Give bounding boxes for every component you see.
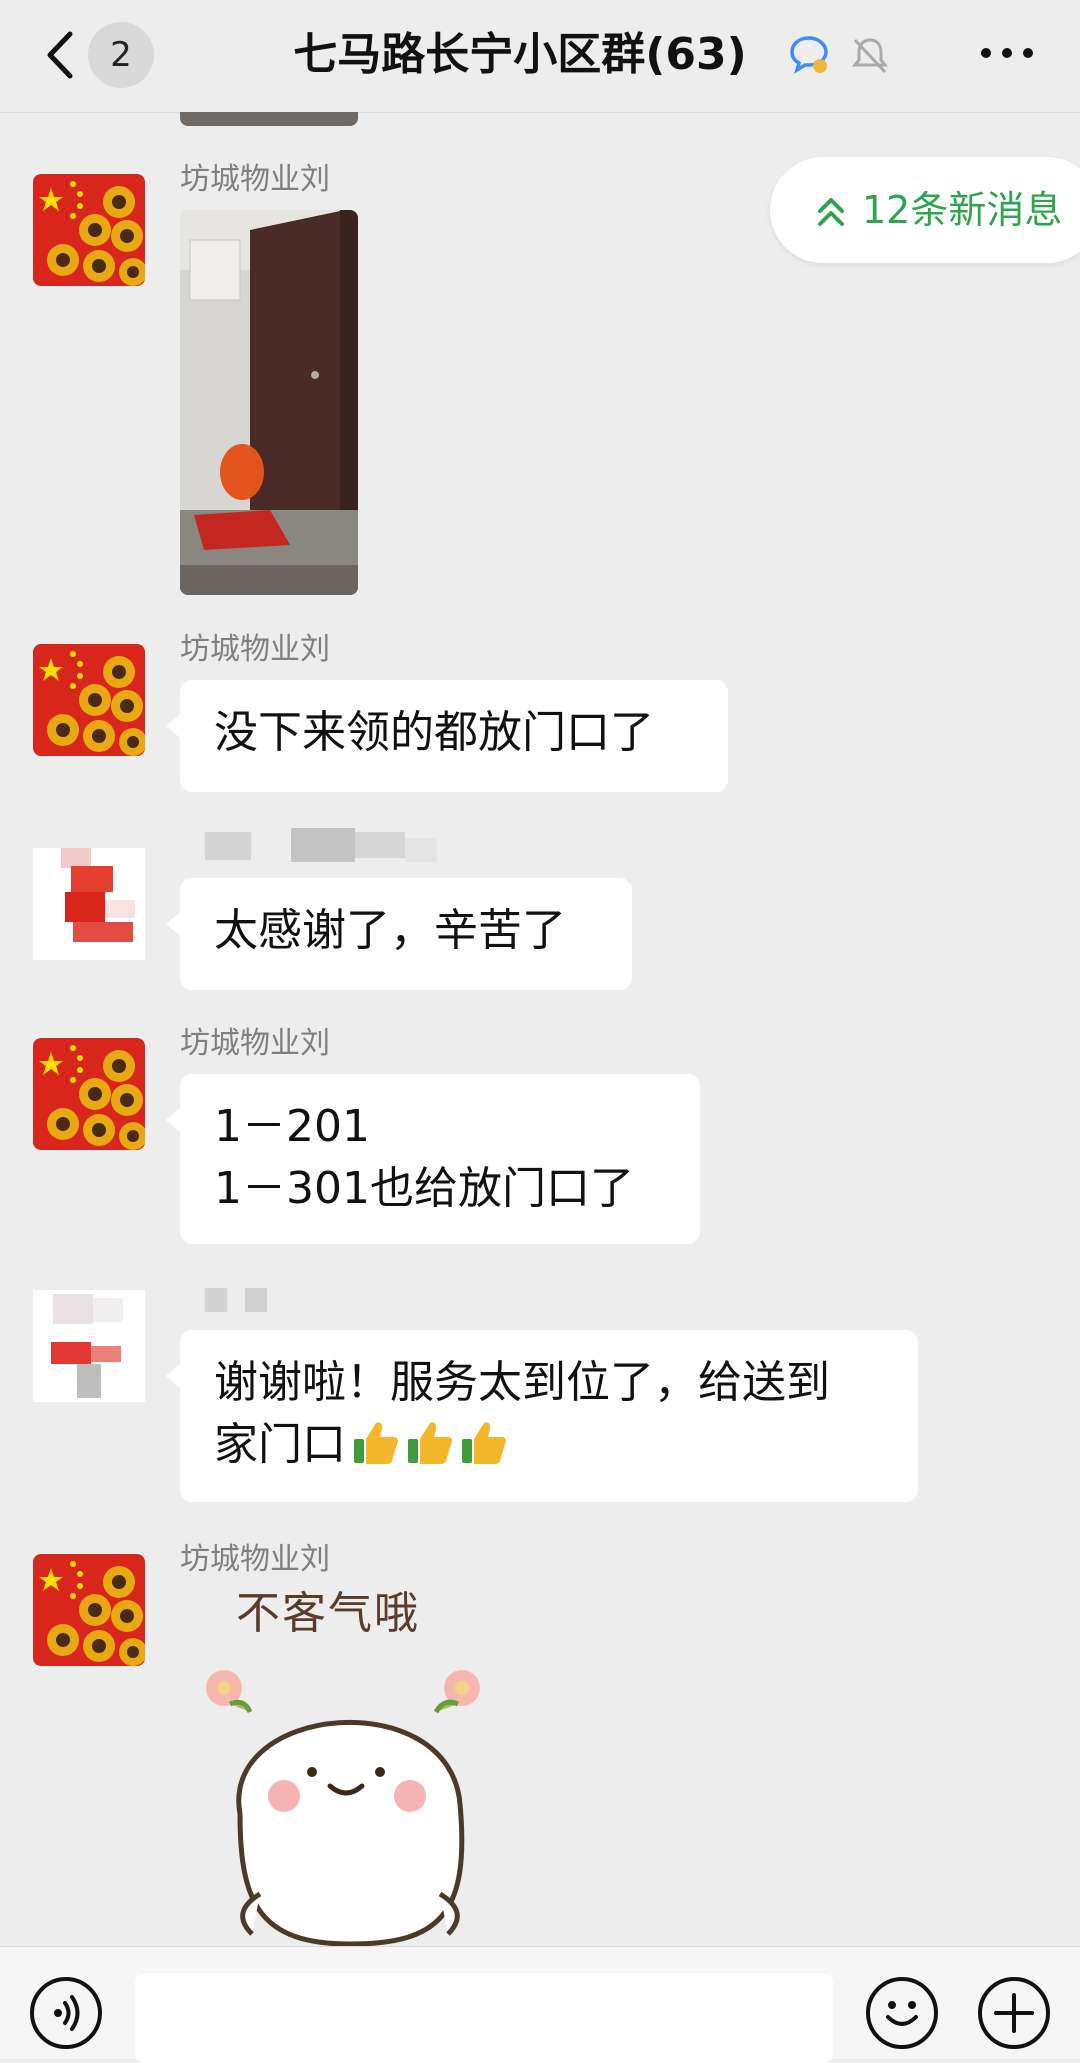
title-status-icons — [786, 32, 893, 82]
sticker[interactable]: 不客气哦 — [200, 1584, 500, 1964]
sender-name-blurred — [205, 1282, 305, 1318]
mute-bell-icon — [851, 38, 889, 74]
smiley-icon — [886, 2001, 918, 2026]
avatar[interactable] — [33, 644, 145, 756]
avatar[interactable] — [33, 1554, 145, 1666]
message-bubble[interactable]: 1－201 1－301也给放门口了 — [166, 1074, 700, 1244]
avatar-blurred[interactable] — [33, 1290, 145, 1402]
voice-icon — [54, 1995, 80, 2031]
chat-bubble-icon — [790, 36, 828, 74]
chat-title: 七马路长宁小区群(63) — [293, 29, 747, 80]
avatar[interactable] — [33, 1038, 145, 1150]
chat-header: 2 七马路长宁小区群(63) — [0, 0, 1080, 113]
voice-button[interactable] — [30, 1977, 102, 2049]
smiling-character-icon — [206, 1670, 480, 1947]
message-bubble[interactable]: 谢谢啦！服务太到位了，给送到 家门口 — [166, 1330, 918, 1502]
sender-name: 坊城物业刘 — [180, 632, 330, 667]
avatar-blurred[interactable] — [33, 848, 145, 960]
photo-door-image[interactable] — [180, 210, 358, 595]
message-bubble[interactable]: 太感谢了，辛苦了 — [166, 878, 632, 990]
sender-name: 坊城物业刘 — [180, 1026, 330, 1061]
new-messages-indicator[interactable]: 12条新消息 — [770, 157, 1080, 263]
new-messages-label: 12条新消息 — [862, 188, 1063, 232]
thumbs-up-icon — [462, 1422, 506, 1464]
more-options-icon[interactable] — [972, 28, 1042, 78]
bubble-line: 家门口 — [214, 1414, 884, 1476]
bubble-line: 1－201 — [214, 1101, 370, 1152]
thumbs-up-icon — [408, 1422, 452, 1464]
input-bar — [0, 1946, 1080, 2063]
thumbs-up-icon — [354, 1422, 398, 1464]
emoji-button[interactable] — [866, 1977, 938, 2049]
plus-button[interactable] — [978, 1977, 1050, 2049]
avatar[interactable] — [33, 174, 145, 286]
sticker-caption: 不客气哦 — [236, 1588, 420, 1639]
bubble-line: 谢谢啦！服务太到位了，给送到 — [214, 1357, 830, 1408]
sender-name: 坊城物业刘 — [180, 1542, 330, 1577]
message-bubble[interactable]: 没下来领的都放门口了 — [166, 680, 728, 792]
sender-name-blurred — [205, 828, 445, 864]
plus-icon — [994, 1993, 1034, 2033]
double-chevron-up-icon — [818, 198, 844, 226]
previous-image-fragment[interactable] — [180, 112, 358, 126]
message-input[interactable] — [135, 1973, 833, 2063]
bubble-line: 1－301也给放门口了 — [214, 1163, 634, 1214]
sender-name: 坊城物业刘 — [180, 162, 330, 197]
